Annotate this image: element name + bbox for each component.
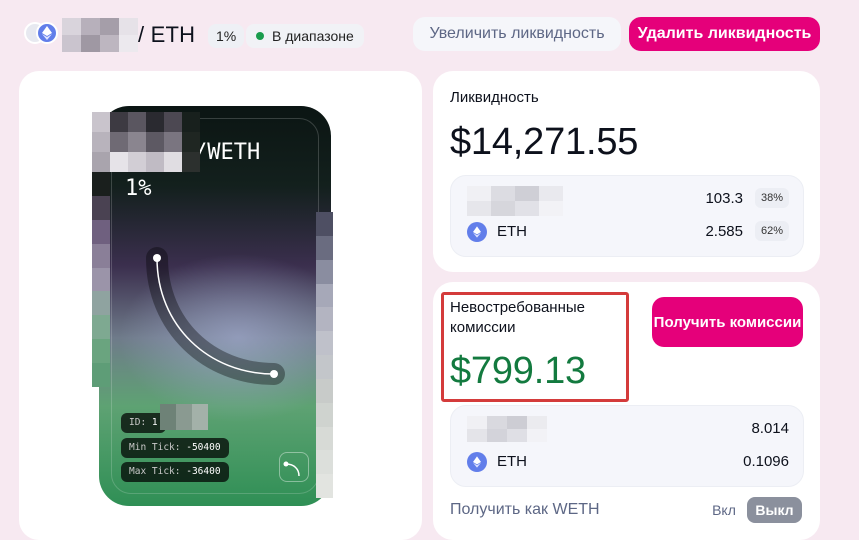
liquidity-token0-amount: 103.3 <box>705 190 743 207</box>
fees-token1-name: ETH <box>497 453 527 470</box>
collect-as-weth-toggle[interactable]: Вкл Выкл <box>704 497 804 523</box>
nft-corner-icon <box>279 452 309 482</box>
liquidity-value: $14,271.55 <box>450 121 639 163</box>
liquidity-token1-row: ETH 2.585 62% <box>467 219 789 249</box>
range-status-badge: В диапазоне <box>246 24 364 48</box>
unclaimed-fees-value: $799.13 <box>450 350 586 392</box>
liquidity-token-breakdown: 103.3 38% ETH 2.585 62% <box>450 175 804 257</box>
liquidity-token1-percent: 62% <box>755 221 789 241</box>
censored-nft-token-name <box>92 112 200 172</box>
liquidity-token0-percent: 38% <box>755 188 789 208</box>
token-pair-icons <box>24 22 58 46</box>
nft-id-value: 1 <box>151 417 158 428</box>
eth-icon <box>36 22 58 44</box>
liquidity-token0-row: 103.3 38% <box>467 186 789 216</box>
nft-max-tick-tag: Max Tick: -36400 <box>121 462 229 482</box>
censored-token-name <box>62 18 138 52</box>
fees-token-breakdown: 8.014 ETH 0.1096 <box>450 405 804 487</box>
censored-token0-name <box>467 416 547 442</box>
fee-tier-badge: 1% <box>208 24 245 48</box>
nft-max-tick-value: -36400 <box>186 466 221 477</box>
censored-token0-name <box>467 186 563 216</box>
range-status-label: В диапазоне <box>272 28 354 44</box>
eth-icon <box>467 222 487 242</box>
fees-token1-row: ETH 0.1096 <box>467 449 789 479</box>
nft-min-tick-key: Min Tick: <box>129 442 181 453</box>
eth-icon <box>467 452 487 472</box>
censored-nft-left-strip <box>92 172 110 387</box>
censored-nft-id <box>160 404 208 430</box>
fees-token1-amount: 0.1096 <box>743 453 789 470</box>
unclaimed-fees-label: Невостребованные комиссии <box>450 299 585 336</box>
nft-max-tick-key: Max Tick: <box>129 466 181 477</box>
liquidity-card: Ликвидность $14,271.55 103.3 38% ETH 2.5… <box>433 71 820 272</box>
remove-liquidity-button[interactable]: Удалить ликвидность <box>629 17 820 51</box>
nft-id-tag: ID: 1 <box>121 413 166 433</box>
unclaimed-fees-card: Невостребованные комиссии $799.13 Получи… <box>433 282 820 540</box>
increase-liquidity-button[interactable]: Увеличить ликвидность <box>413 17 621 51</box>
collect-fees-button[interactable]: Получить комиссии <box>652 297 803 347</box>
nft-min-tick-value: -50400 <box>186 442 221 453</box>
liquidity-token1-amount: 2.585 <box>705 223 743 240</box>
collect-as-weth-label: Получить как WETH <box>450 501 600 518</box>
toggle-off-option[interactable]: Выкл <box>747 497 802 523</box>
censored-nft-right-strip <box>316 212 333 498</box>
fees-token0-amount: 8.014 <box>751 420 789 437</box>
position-header: / ETH 1% В диапазоне Увеличить ликвиднос… <box>0 0 859 70</box>
pair-title: / ETH <box>138 22 196 47</box>
in-range-dot-icon <box>256 32 264 40</box>
toggle-on-option[interactable]: Вкл <box>704 497 744 523</box>
nft-fee-tier: 1% <box>125 176 152 201</box>
nft-id-key: ID: <box>129 417 147 428</box>
nft-min-tick-tag: Min Tick: -50400 <box>121 438 229 458</box>
liquidity-label: Ликвидность <box>450 89 539 106</box>
fees-token0-row: 8.014 <box>467 416 789 446</box>
nft-pair-title: /WETH <box>194 140 261 165</box>
liquidity-token1-name: ETH <box>497 223 527 240</box>
